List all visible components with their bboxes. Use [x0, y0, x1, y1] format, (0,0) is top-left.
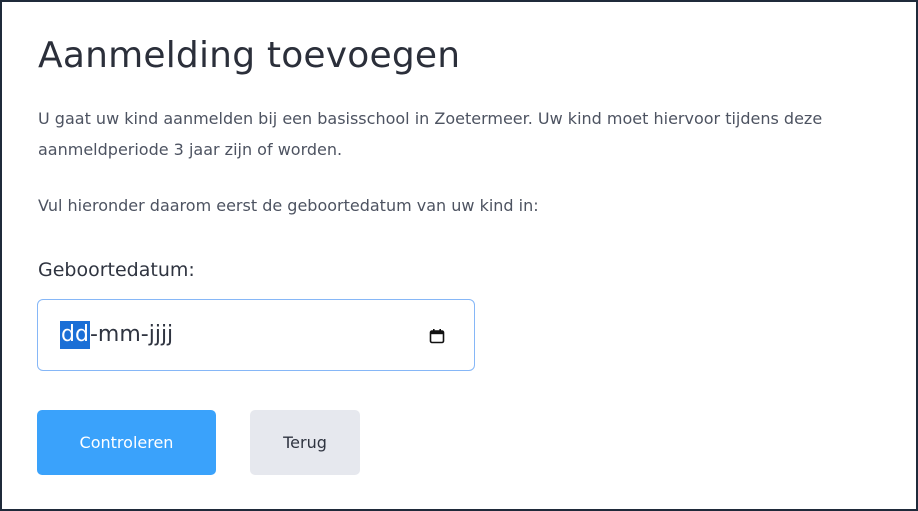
back-button[interactable]: Terug: [250, 410, 360, 475]
intro-text: U gaat uw kind aanmelden bij een basissc…: [38, 109, 823, 159]
date-separator: -: [140, 322, 149, 347]
check-button[interactable]: Controleren: [37, 410, 216, 475]
date-separator: -: [89, 322, 98, 347]
calendar-icon[interactable]: [429, 328, 445, 344]
page-frame: Aanmelding toevoegen U gaat uw kind aanm…: [0, 0, 918, 511]
birthdate-label: Geboortedatum:: [38, 259, 195, 281]
page-title: Aanmelding toevoegen: [38, 35, 461, 76]
instruction-text: Vul hieronder daarom eerst de geboorteda…: [38, 196, 539, 215]
date-year-segment[interactable]: jjjj: [149, 321, 173, 349]
birthdate-input[interactable]: dd - mm - jjjj: [37, 299, 475, 371]
date-month-segment[interactable]: mm: [98, 321, 141, 349]
date-day-segment[interactable]: dd: [60, 321, 90, 349]
